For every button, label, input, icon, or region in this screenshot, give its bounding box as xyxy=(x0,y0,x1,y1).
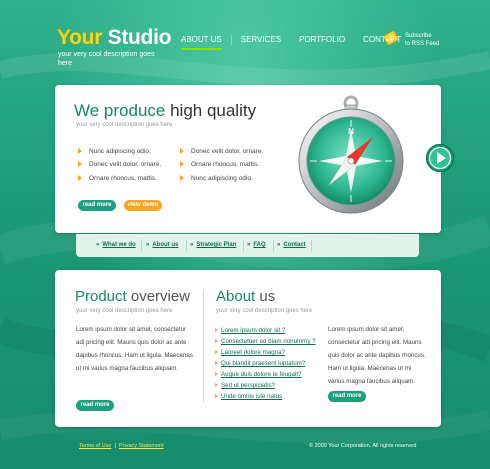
nav-portfolio[interactable]: PORTFOLIO xyxy=(290,35,354,45)
main-nav: ABOUT US SERVICES PORTFOLIO CONTACT xyxy=(172,35,410,50)
logo-word-studio: Studio xyxy=(107,26,172,49)
logo-word-your: Your xyxy=(57,26,103,49)
compass-icon: N xyxy=(298,95,404,214)
rss-tag-icon[interactable] xyxy=(382,29,400,47)
product-title: Product overview xyxy=(75,288,190,305)
subnav-contact[interactable]: Contact xyxy=(277,242,305,248)
hero-bullet-right-3: Nunc adipiscing odio. xyxy=(180,175,253,182)
hero-bullet-left-2: Donec velit dolor, ornare. xyxy=(78,161,161,168)
about-link-2[interactable]: Consectetuer ed diam nonummy ? xyxy=(215,338,316,345)
privacy-statement-link[interactable]: Privacy Statement xyxy=(119,443,164,449)
subnav-divider xyxy=(273,240,274,252)
rss-subscribe-link[interactable]: Subscribe to RSS Feed xyxy=(405,32,439,48)
subnav-divider xyxy=(186,240,187,252)
about-link-5[interactable]: Augue duis dolore te feugait? xyxy=(215,371,302,378)
product-text: Lorem ipsum dolor sit amet, consectetur … xyxy=(76,326,193,372)
hero-subtitle: your very cool description goes here xyxy=(76,122,173,128)
subnav-faq[interactable]: FAQ xyxy=(247,242,265,248)
about-link-3[interactable]: Laoreet dolore magna? xyxy=(215,349,285,356)
site-tagline: your very cool description goes here xyxy=(58,51,155,67)
terms-of-use-link[interactable]: Terms of Use xyxy=(79,443,111,449)
next-arrow-icon[interactable] xyxy=(425,143,455,173)
product-title-bold: Product xyxy=(75,288,127,305)
about-subtitle: your very cool description goes here xyxy=(216,308,313,314)
hero-bullet-right-1: Donec velit dolor, ornare. xyxy=(180,148,263,155)
hero-title-bold: We produce xyxy=(74,101,166,120)
hero-bullet-left-3: Ornare rhoncus, mattis. xyxy=(78,175,157,182)
footer-copyright: © 2009 Your Corporation. All rights rese… xyxy=(309,443,417,449)
rss-line-2: to RSS Feed xyxy=(405,41,440,47)
about-link-1[interactable]: Lorem ipsum dolor sit ? xyxy=(215,327,285,334)
about-link-4[interactable]: Qui blandit praesent luptatum? xyxy=(215,360,305,367)
subnav-divider xyxy=(243,240,244,252)
about-title-rest: us xyxy=(255,288,276,305)
nav-about-us[interactable]: ABOUT US xyxy=(172,35,231,50)
view-demo-button[interactable]: view demo xyxy=(124,200,162,211)
nav-services[interactable]: SERVICES xyxy=(230,35,290,45)
hero-read-more-button[interactable]: read more xyxy=(78,200,116,211)
hero-title-rest: high quality xyxy=(165,101,257,120)
product-title-rest: overview xyxy=(126,288,191,305)
subnav-strategic-plan[interactable]: Strategic Plan xyxy=(190,242,236,248)
about-link-7[interactable]: Unde omnis iste natus xyxy=(215,393,282,400)
product-read-more-button[interactable]: read more xyxy=(76,400,114,411)
hero-bullet-right-2: Ornare rhoncus, mattis. xyxy=(180,161,259,168)
footer-separator: | xyxy=(115,443,117,449)
subnav-divider xyxy=(311,240,312,252)
secondary-nav: What we do About us Strategic Plan FAQ C… xyxy=(76,234,419,257)
subnav-about-us[interactable]: About us xyxy=(146,242,178,248)
content-panel: Product overview your very cool descript… xyxy=(55,270,441,427)
about-read-more-button[interactable]: read more xyxy=(328,391,366,402)
rss-line-1: Subscribe xyxy=(405,33,432,39)
about-title-bold: About xyxy=(216,288,256,305)
about-text: Lorem ipsum dolor sit amet, consectetur … xyxy=(328,326,426,385)
about-link-6[interactable]: Sed ut perspiciatis? xyxy=(215,382,275,389)
about-title: About us xyxy=(216,288,275,305)
subnav-what-we-do[interactable]: What we do xyxy=(96,242,135,248)
column-divider xyxy=(203,290,204,402)
product-subtitle: your very cool description goes here xyxy=(76,308,173,314)
hero-title: We produce high quality xyxy=(74,101,256,121)
hero-bullet-left-1: Nunc adipiscing odio. xyxy=(78,148,151,155)
site-logo[interactable]: Your Studio xyxy=(57,26,171,50)
subnav-divider xyxy=(141,240,142,252)
